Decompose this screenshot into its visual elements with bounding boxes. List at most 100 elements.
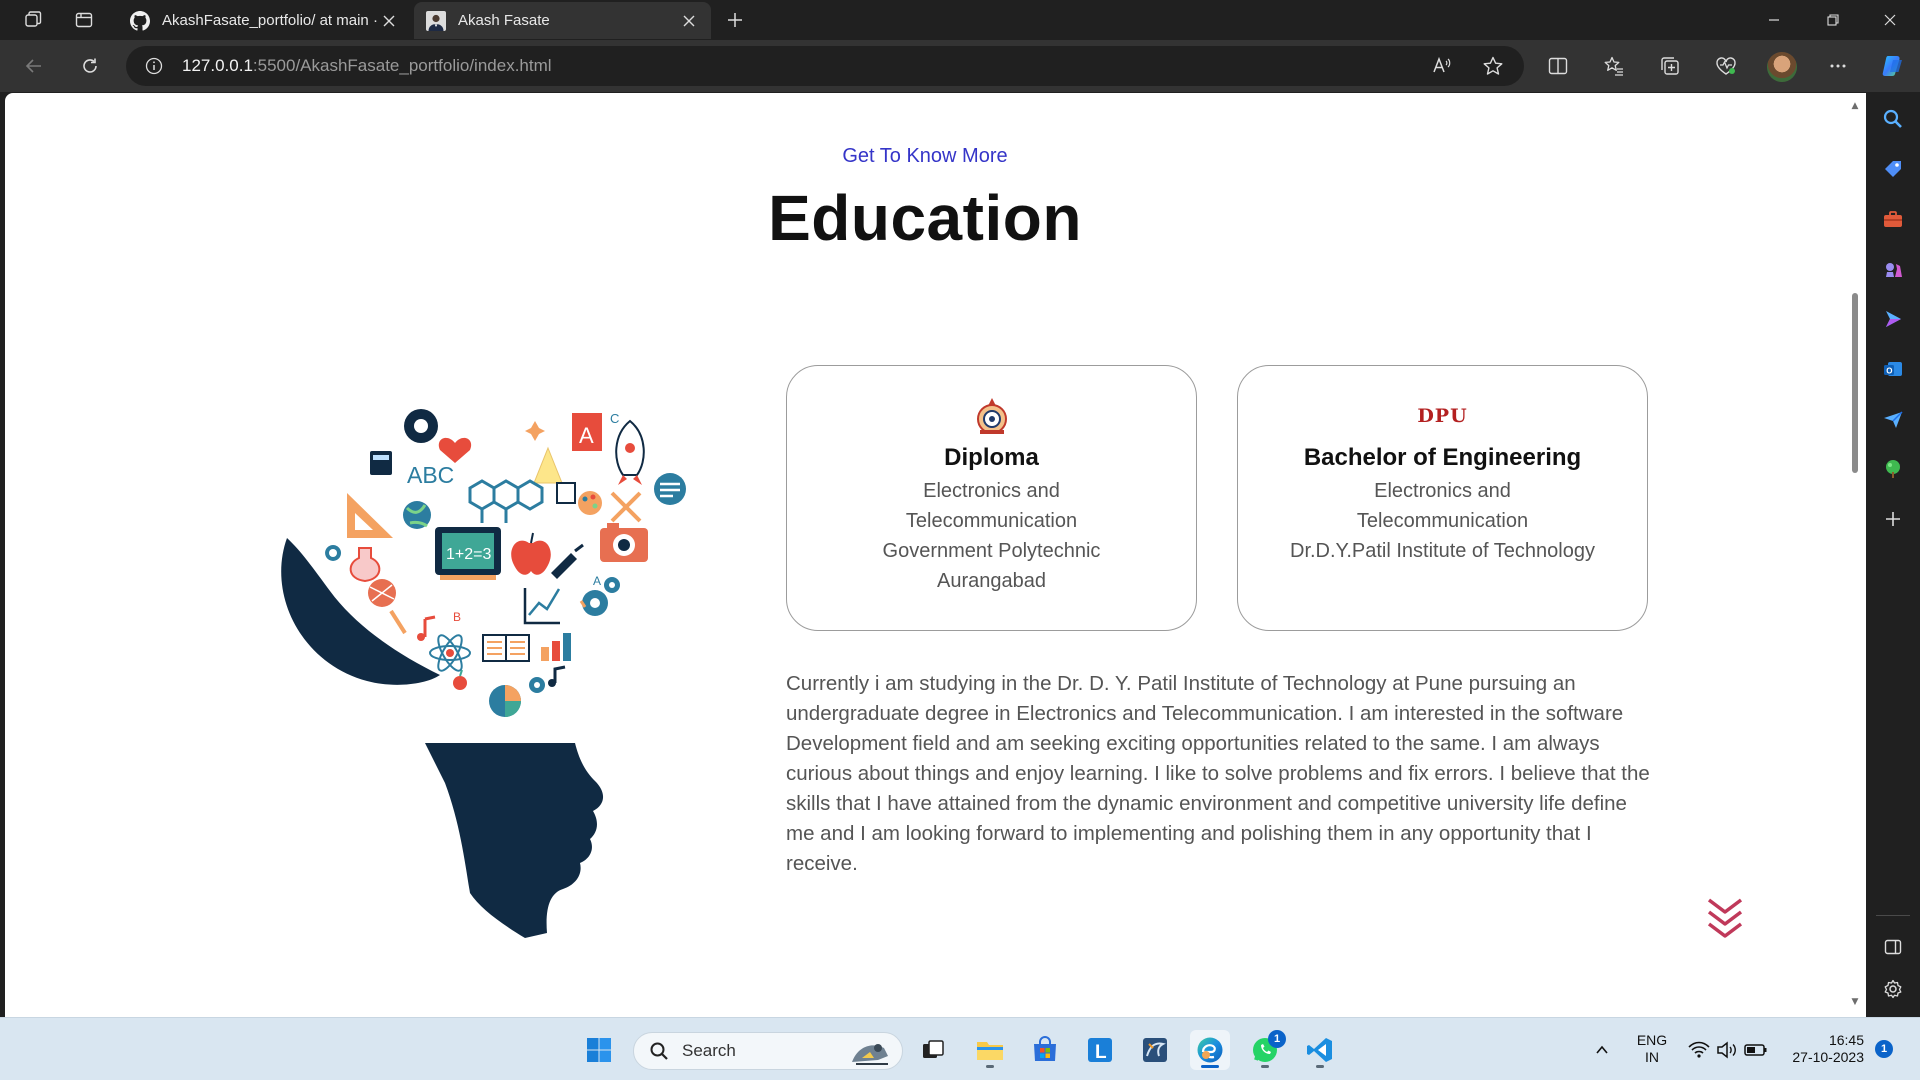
- split-screen-icon[interactable]: [1542, 50, 1574, 82]
- close-tab-icon[interactable]: [679, 11, 699, 31]
- tab-title: Akash Fasate: [458, 12, 550, 29]
- sidebar-copilot-icon[interactable]: [1877, 303, 1909, 335]
- dpu-logo-text: DPU: [1417, 405, 1468, 427]
- card-line: Aurangabad: [937, 570, 1046, 592]
- about-paragraph: Currently i am studying in the Dr. D. Y.…: [786, 672, 1650, 875]
- edge-browser-icon[interactable]: [1190, 1030, 1230, 1070]
- polytechnic-emblem-icon: [787, 396, 1196, 436]
- battery-icon: [1744, 1044, 1767, 1056]
- sidebar-settings-icon[interactable]: [1877, 973, 1909, 1005]
- language-code: ENG: [1636, 1032, 1668, 1048]
- github-icon: [130, 10, 150, 31]
- browser-toolbar: 127.0.0.1:5500/AkashFasate_portfolio/ind…: [0, 40, 1920, 92]
- file-explorer-icon[interactable]: [970, 1030, 1010, 1070]
- card-line: Government Polytechnic: [882, 540, 1101, 562]
- svg-text:O: O: [1886, 367, 1892, 376]
- sidebar-games-icon[interactable]: [1877, 253, 1909, 285]
- windows-taskbar: Search L 1 ENG IN 16:45 27-10-2023 1: [0, 1017, 1920, 1080]
- education-head-illustration: ABC A C 1+2=3 B A: [281, 409, 686, 938]
- running-indicator: [1316, 1065, 1324, 1068]
- sidebar-outlook-icon[interactable]: O: [1877, 353, 1909, 385]
- profile-photo-icon: [426, 10, 446, 31]
- tab-akash-fasate[interactable]: Akash Fasate: [414, 2, 711, 39]
- dpu-logo: DPU: [1238, 396, 1647, 436]
- scroll-down-small-arrow-icon[interactable]: ▼: [1850, 997, 1860, 1007]
- running-indicator: [1261, 1065, 1269, 1068]
- browser-essentials-icon[interactable]: [1710, 50, 1742, 82]
- svg-text:1+2=3: 1+2=3: [446, 546, 491, 563]
- volume-icon: [1717, 1041, 1736, 1059]
- sidebar-add-icon[interactable]: [1877, 503, 1909, 535]
- education-card-diploma: Diploma Electronics and Telecommunicatio…: [786, 365, 1197, 631]
- scroll-down-arrow-icon[interactable]: [1705, 896, 1745, 942]
- svg-text:B: B: [453, 610, 461, 624]
- minimize-icon[interactable]: [1746, 0, 1802, 40]
- sidebar-tree-icon[interactable]: [1877, 453, 1909, 485]
- sidebar-panel-toggle-icon[interactable]: [1877, 931, 1909, 963]
- search-highlight-illustration: [852, 1044, 888, 1065]
- input-language[interactable]: ENG IN: [1630, 1032, 1674, 1066]
- url-text[interactable]: 127.0.0.1:5500/AkashFasate_portfolio/ind…: [182, 56, 552, 76]
- taskbar-search[interactable]: Search: [633, 1032, 903, 1070]
- show-hidden-icons-chevron-icon[interactable]: [1582, 1030, 1622, 1070]
- tab-strip: AkashFasate_portfolio/ at main · Akash F…: [0, 0, 1920, 40]
- favorites-icon[interactable]: [1598, 50, 1630, 82]
- microsoft-store-icon[interactable]: [1025, 1030, 1065, 1070]
- edge-sidebar: O: [1866, 93, 1920, 1017]
- card-title: Bachelor of Engineering: [1303, 444, 1582, 471]
- url-path: :5500/AkashFasate_portfolio/index.html: [252, 56, 552, 75]
- whatsapp-notification-badge: 1: [1268, 1030, 1286, 1048]
- vscode-icon[interactable]: [1300, 1030, 1340, 1070]
- tab-title: AkashFasate_portfolio/ at main ·: [162, 12, 378, 29]
- profile-avatar[interactable]: [1767, 52, 1797, 82]
- back-icon[interactable]: [18, 50, 50, 82]
- scrollbar-thumb[interactable]: [1852, 293, 1858, 473]
- wifi-icon: [1688, 1041, 1710, 1058]
- page-scrollbar[interactable]: ▲ ▼: [1848, 93, 1862, 1017]
- refresh-icon[interactable]: [74, 50, 106, 82]
- sidebar-search-icon[interactable]: [1877, 103, 1909, 135]
- task-view-icon[interactable]: [913, 1030, 953, 1070]
- new-tab-button[interactable]: [720, 6, 750, 34]
- svg-text:A: A: [593, 574, 601, 588]
- favorite-star-icon[interactable]: [1481, 54, 1505, 78]
- address-bar[interactable]: 127.0.0.1:5500/AkashFasate_portfolio/ind…: [126, 46, 1524, 86]
- close-tab-icon[interactable]: [379, 11, 399, 31]
- sidebar-divider: [1876, 915, 1910, 916]
- sidebar-drop-icon[interactable]: [1877, 403, 1909, 435]
- search-icon: [648, 1040, 670, 1062]
- clock-time: 16:45: [1828, 1032, 1864, 1048]
- notification-center-badge[interactable]: 1: [1875, 1040, 1893, 1058]
- windows-start-icon[interactable]: [579, 1030, 619, 1070]
- tab-actions-icon[interactable]: [68, 6, 100, 34]
- restore-icon[interactable]: [1805, 0, 1861, 40]
- running-indicator: [986, 1065, 994, 1068]
- card-line: Telecommunication: [905, 510, 1078, 532]
- sidebar-shopping-icon[interactable]: [1877, 153, 1909, 185]
- card-line: Electronics and: [1374, 480, 1511, 502]
- scroll-up-arrow-icon[interactable]: ▲: [1850, 101, 1860, 111]
- collections-icon[interactable]: [1654, 50, 1686, 82]
- close-window-icon[interactable]: [1862, 0, 1918, 40]
- copilot-icon[interactable]: [1877, 50, 1909, 82]
- site-info-icon[interactable]: [144, 56, 164, 76]
- card-line: Dr.D.Y.Patil Institute of Technology: [1290, 540, 1595, 562]
- clock[interactable]: 16:45 27-10-2023: [1784, 1032, 1864, 1066]
- search-label: Search: [682, 1041, 736, 1060]
- url-host: 127.0.0.1: [182, 56, 253, 75]
- read-aloud-icon[interactable]: [1430, 54, 1454, 78]
- svg-text:ABC: ABC: [407, 462, 454, 488]
- workspaces-icon[interactable]: [17, 6, 49, 34]
- education-card-bachelor: DPU Bachelor of Engineering Electronics …: [1237, 365, 1648, 631]
- system-tray-status[interactable]: [1676, 1030, 1780, 1070]
- mysql-workbench-icon[interactable]: [1135, 1030, 1175, 1070]
- section-subtitle: Get To Know More: [842, 145, 1008, 167]
- l-app-icon[interactable]: L: [1080, 1030, 1120, 1070]
- region-code: IN: [1645, 1049, 1659, 1065]
- more-menu-icon[interactable]: [1822, 50, 1854, 82]
- sidebar-tools-icon[interactable]: [1877, 203, 1909, 235]
- tab-github[interactable]: AkashFasate_portfolio/ at main ·: [118, 2, 411, 39]
- section-heading: Education: [768, 182, 1082, 254]
- card-line: Telecommunication: [1356, 510, 1529, 532]
- card-line: Electronics and: [923, 480, 1060, 502]
